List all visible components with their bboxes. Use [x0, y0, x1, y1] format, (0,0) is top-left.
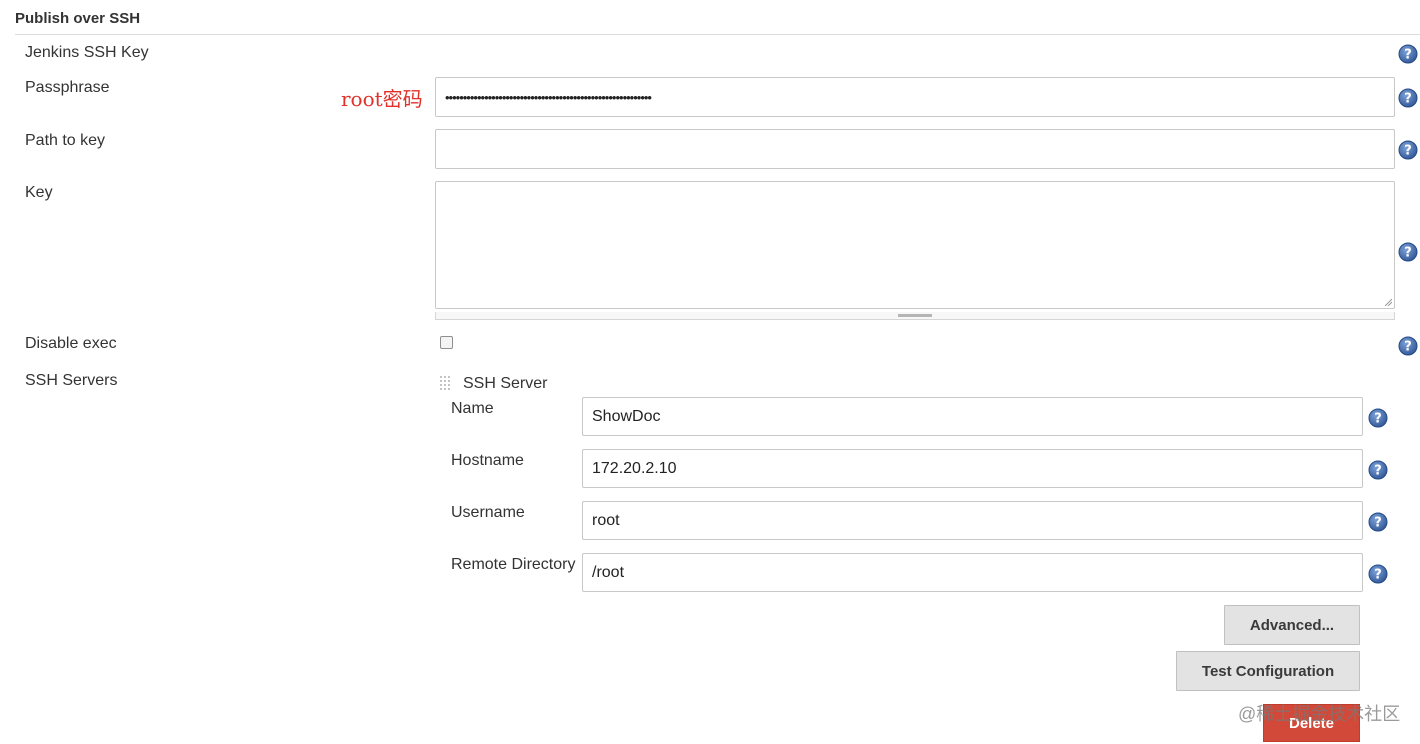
help-icon[interactable]: ? [1368, 564, 1388, 584]
username-label: Username [451, 504, 525, 521]
remote-directory-input[interactable]: /root [582, 553, 1363, 592]
help-icon[interactable]: ? [1398, 44, 1418, 64]
jenkins-ssh-key-label: Jenkins SSH Key [25, 44, 149, 61]
help-icon[interactable]: ? [1368, 512, 1388, 532]
svg-text:?: ? [1404, 340, 1412, 355]
svg-text:?: ? [1374, 516, 1382, 531]
advanced-button[interactable]: Advanced... [1224, 605, 1360, 645]
server-name-input[interactable]: ShowDoc [582, 397, 1363, 436]
test-configuration-button[interactable]: Test Configuration [1176, 651, 1360, 691]
username-input[interactable]: root [582, 501, 1363, 540]
disable-exec-checkbox[interactable] [440, 336, 453, 349]
textarea-resize-bar[interactable] [435, 312, 1395, 320]
passphrase-label: Passphrase [25, 79, 110, 96]
svg-text:?: ? [1374, 412, 1382, 427]
svg-text:?: ? [1404, 144, 1412, 159]
hostname-input[interactable]: 172.20.2.10 [582, 449, 1363, 488]
help-icon[interactable]: ? [1368, 408, 1388, 428]
server-name-label: Name [451, 400, 494, 417]
remote-directory-label: Remote Directory [451, 556, 576, 573]
section-title: Publish over SSH [15, 10, 141, 27]
path-to-key-label: Path to key [25, 132, 106, 149]
section-divider [15, 34, 1420, 35]
svg-text:?: ? [1404, 246, 1412, 261]
svg-text:?: ? [1374, 568, 1382, 583]
help-icon[interactable]: ? [1398, 242, 1418, 262]
ssh-server-header: SSH Server [463, 375, 548, 392]
watermark: @稀土掘金技术社区 [1238, 704, 1401, 724]
svg-text:?: ? [1404, 48, 1412, 63]
help-icon[interactable]: ? [1398, 88, 1418, 108]
help-icon[interactable]: ? [1398, 140, 1418, 160]
svg-text:?: ? [1404, 92, 1412, 107]
path-to-key-input[interactable] [435, 129, 1395, 169]
resize-grip-icon[interactable] [1384, 298, 1392, 306]
passphrase-annotation: root密码 [341, 87, 423, 111]
hostname-label: Hostname [451, 452, 524, 469]
drag-handle-icon[interactable] [439, 375, 453, 393]
key-textarea[interactable] [435, 181, 1395, 309]
passphrase-value: ••••••••••••••••••••••••••••••••••••••••… [445, 89, 652, 105]
passphrase-input[interactable]: ••••••••••••••••••••••••••••••••••••••••… [435, 77, 1395, 117]
disable-exec-label: Disable exec [25, 335, 117, 352]
help-icon[interactable]: ? [1368, 460, 1388, 480]
svg-text:?: ? [1374, 464, 1382, 479]
resize-handle[interactable] [898, 314, 932, 317]
help-icon[interactable]: ? [1398, 336, 1418, 356]
ssh-servers-label: SSH Servers [25, 372, 118, 389]
key-label: Key [25, 184, 53, 201]
